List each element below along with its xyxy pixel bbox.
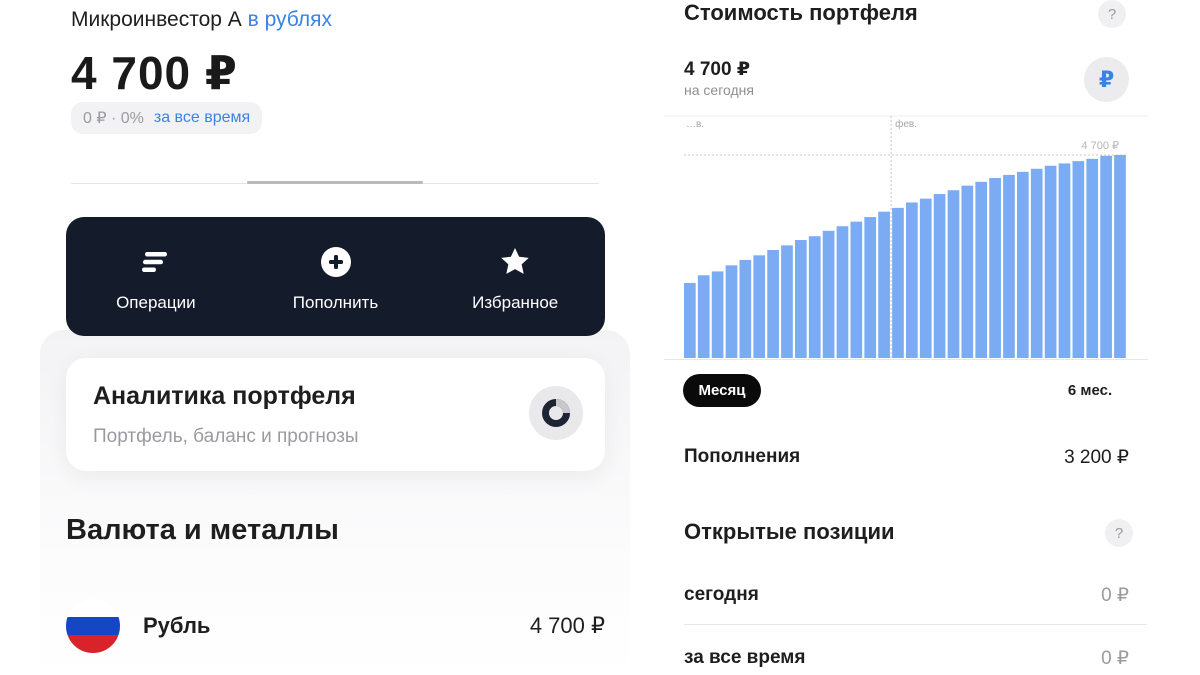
account-title: Микроинвестор А в рублях: [71, 8, 332, 32]
chart-bar: [892, 207, 904, 358]
period-6-months-button[interactable]: 6 мес.: [1048, 374, 1132, 407]
chart-bar: [1017, 171, 1029, 358]
star-icon: [498, 245, 532, 279]
chart-bar: [753, 255, 766, 358]
change-value: 0 ₽ · 0%: [83, 110, 144, 127]
portfolio-help-button[interactable]: ?: [1098, 0, 1126, 28]
chart-bar: [1100, 155, 1112, 358]
chart-bar: [989, 177, 1001, 358]
portfolio-value-chart: …в. фев. 4 700 ₽: [664, 115, 1148, 360]
open-positions-today-label: сегодня: [684, 584, 759, 605]
currency-link[interactable]: в рублях: [248, 8, 332, 31]
chart-bar: [878, 211, 890, 358]
account-name: Микроинвестор А: [71, 8, 242, 31]
chart-bar: [822, 230, 835, 358]
currency-toggle-button[interactable]: ₽: [1084, 57, 1129, 102]
period-month-button[interactable]: Месяц: [683, 374, 761, 407]
chart-bar: [767, 249, 779, 358]
currency-row-ruble[interactable]: Рубль 4 700 ₽: [66, 598, 605, 654]
chart-bar: [864, 217, 877, 358]
chart-bar: [781, 245, 793, 358]
currency-name: Рубль: [143, 613, 211, 638]
operations-label: Операции: [116, 293, 196, 312]
chart-bar: [947, 190, 960, 358]
deposits-label: Пополнения: [684, 446, 801, 467]
currency-amount: 4 700 ₽: [529, 613, 605, 638]
chart-bar: [684, 282, 696, 358]
open-positions-title: Открытые позиции: [684, 519, 895, 544]
chart-bar: [1003, 174, 1015, 358]
page-indicator-active: [247, 181, 423, 184]
chart-bar: [739, 259, 752, 358]
currencies-section-title: Валюта и металлы: [66, 514, 339, 546]
chart-bar: [1058, 163, 1071, 358]
chart-bar: [906, 202, 918, 358]
analytics-title: Аналитика портфеля: [93, 382, 356, 410]
chart-bar: [808, 236, 821, 358]
change-pill[interactable]: 0 ₽ · 0% за все время: [71, 102, 263, 134]
portfolio-overview-panel: Микроинвестор А в рублях 4 700 ₽ 0 ₽ · 0…: [0, 0, 640, 675]
chart-bar: [975, 181, 988, 358]
deposits-value: 3 200 ₽: [1064, 447, 1129, 468]
chart-bar: [1086, 158, 1099, 358]
chart-bar: [1072, 161, 1085, 358]
russia-flag-icon: [66, 599, 120, 653]
donut-chart-icon: [529, 386, 583, 440]
chart-bar: [961, 185, 974, 358]
favorites-label: Избранное: [472, 293, 559, 312]
open-positions-today-value: 0 ₽: [1101, 585, 1129, 606]
operations-button[interactable]: Операции: [66, 217, 246, 336]
chart-bar: [1044, 165, 1057, 358]
change-period-link[interactable]: за все время: [154, 109, 250, 127]
row-divider: [684, 624, 1147, 625]
open-positions-all-time-label: за все время: [684, 647, 806, 668]
account-balance: 4 700 ₽: [71, 47, 238, 99]
chart-max-label: 4 700 ₽: [1081, 140, 1119, 152]
top-up-label: Пополнить: [292, 293, 379, 312]
portfolio-value-title: Стоимость портфеля: [684, 0, 918, 25]
chart-bar: [850, 221, 863, 358]
chart-bar: [711, 271, 724, 358]
chart-tick-label: фев.: [895, 118, 917, 130]
favorites-button[interactable]: Избранное: [425, 217, 605, 336]
analytics-subtitle: Портфель, баланс и прогнозы: [93, 426, 359, 447]
chart-bar: [1114, 155, 1126, 358]
portfolio-value-caption: на сегодня: [684, 82, 754, 98]
chart-bar: [919, 198, 932, 358]
chart-bar: [795, 240, 807, 358]
portfolio-value-panel: Стоимость портфеля ? 4 700 ₽ на сегодня …: [664, 0, 1200, 675]
plus-circle-icon: [319, 245, 353, 279]
operations-icon: [139, 245, 173, 279]
quick-actions-bar: Операции Пополнить Избранное: [66, 217, 605, 336]
chart-bar: [725, 265, 738, 358]
chart-bar: [836, 226, 849, 358]
open-positions-all-time-value: 0 ₽: [1101, 648, 1129, 669]
top-up-button[interactable]: Пополнить: [246, 217, 426, 336]
portfolio-analytics-card[interactable]: Аналитика портфеля Портфель, баланс и пр…: [66, 358, 605, 471]
chart-tick-label: …в.: [686, 119, 704, 130]
chart-bar: [1030, 168, 1043, 358]
open-positions-help-button[interactable]: ?: [1105, 519, 1133, 547]
portfolio-value: 4 700 ₽: [684, 59, 751, 80]
chart-bar: [697, 275, 710, 358]
chart-bar: [933, 194, 946, 358]
